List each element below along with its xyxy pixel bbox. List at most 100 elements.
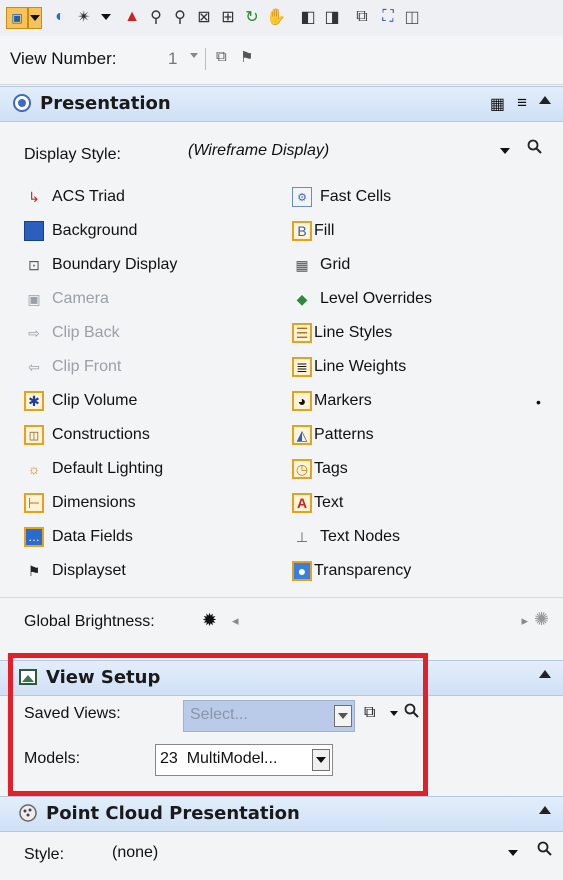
default-lighting-item[interactable]: ☼ Default Lighting xyxy=(24,455,164,483)
markers-icon: ◕ xyxy=(292,391,312,411)
style-value: (none) xyxy=(112,844,159,861)
grid-view-icon[interactable]: ▦ xyxy=(490,94,505,114)
level-overrides-item[interactable]: ◆ Level Overrides xyxy=(292,285,432,313)
chevron-down-icon[interactable] xyxy=(508,850,518,856)
view-number-dropdown-icon[interactable] xyxy=(190,53,198,58)
pin-icon[interactable]: ⚑ xyxy=(240,48,253,66)
item-label: Fill xyxy=(314,222,335,239)
light-icon[interactable]: ✴ xyxy=(74,7,94,27)
fit-view-icon[interactable]: ⊠ xyxy=(194,7,214,27)
displayset-item[interactable]: ⚑ Displayset xyxy=(24,557,126,585)
clip-front-icon: ⇦ xyxy=(28,358,40,375)
data-fields-item[interactable]: … Data Fields xyxy=(24,523,133,551)
fill-icon: B xyxy=(292,221,312,241)
style-dropdown[interactable]: (none) xyxy=(100,838,528,870)
acs-triad-item[interactable]: ↳ ACS Triad xyxy=(24,183,125,211)
camera-icon: ▣ xyxy=(27,290,41,307)
item-label: Patterns xyxy=(314,426,374,443)
grid-item[interactable]: ▦ Grid xyxy=(292,251,350,279)
copy-view-icon[interactable]: ⧉ xyxy=(352,7,372,27)
global-brightness-label: Global Brightness: xyxy=(24,613,155,630)
dimensions-icon: ⊢ xyxy=(24,493,44,513)
line-styles-icon: ☰ xyxy=(292,323,312,343)
tags-item[interactable]: ◷ Tags xyxy=(292,455,348,483)
constructions-item[interactable]: ◫ Constructions xyxy=(24,421,150,449)
clip-volume-icon: ✱ xyxy=(24,391,44,411)
background-item[interactable]: Background xyxy=(24,217,137,245)
zoom-out-icon[interactable]: ⚲ xyxy=(170,7,190,27)
presentation-icon xyxy=(13,94,31,112)
clip-front-item[interactable]: ⇦ Clip Front xyxy=(24,353,121,381)
window-area-icon[interactable]: ⊞ xyxy=(218,7,238,27)
slider-right-arrow-icon[interactable]: ▸ xyxy=(521,613,528,629)
fill-item[interactable]: B Fill xyxy=(292,217,334,245)
clip-back-item[interactable]: ⇨ Clip Back xyxy=(24,319,119,347)
item-label: Clip Volume xyxy=(52,392,138,409)
boundary-display-item[interactable]: ⊡ Boundary Display xyxy=(24,251,177,279)
search-icon[interactable] xyxy=(537,841,553,857)
more-icon[interactable]: ◫ xyxy=(402,7,422,27)
presentation-header[interactable]: Presentation ▦ ≡ xyxy=(0,86,563,122)
markers-item[interactable]: ◕ Markers xyxy=(292,387,372,415)
background-icon xyxy=(24,221,44,241)
chevron-down-icon[interactable] xyxy=(500,148,510,154)
brightness-light-icon: ✺ xyxy=(534,609,550,629)
constructions-icon: ◫ xyxy=(24,425,44,445)
more-options-icon[interactable]: • xyxy=(536,394,541,410)
dropdown-arrow-icon[interactable] xyxy=(28,7,42,29)
clip-volume-item[interactable]: ✱ Clip Volume xyxy=(24,387,137,415)
collapse-icon[interactable] xyxy=(539,806,551,814)
pan-icon[interactable]: ✋ xyxy=(266,7,286,27)
view-number-label: View Number: xyxy=(10,49,117,68)
dimensions-item[interactable]: ⊢ Dimensions xyxy=(24,489,136,517)
zoom-in-icon[interactable]: ⚲ xyxy=(146,7,166,27)
collapse-icon[interactable] xyxy=(539,96,551,104)
item-label: Dimensions xyxy=(52,494,136,511)
item-label: Background xyxy=(52,222,138,239)
view-number-value[interactable]: 1 xyxy=(168,49,177,69)
text-icon: A xyxy=(292,493,312,513)
main-toolbar: ▣ ◐ ✴ ▲ ⚲ ⚲ ⊠ ⊞ ↻ ✋ ◧ ◨ ⧉ ⛶ ◫ xyxy=(0,0,563,37)
transparency-item[interactable]: ● Transparency xyxy=(292,557,411,585)
view-previous-icon[interactable]: ◧ xyxy=(298,7,318,27)
item-label: Displayset xyxy=(52,562,126,579)
menu-arrow-icon[interactable] xyxy=(96,7,116,27)
view-attributes-icon[interactable]: ▣ xyxy=(6,7,28,29)
fast-cells-item[interactable]: ⚙ Fast Cells xyxy=(292,183,391,211)
patterns-item[interactable]: ◭ Patterns xyxy=(292,421,374,449)
text-nodes-item[interactable]: ⊥ Text Nodes xyxy=(292,523,400,551)
presentation-title: Presentation xyxy=(40,93,171,114)
data-fields-icon: … xyxy=(24,527,44,547)
text-nodes-icon: ⊥ xyxy=(295,528,309,545)
point-cloud-title: Point Cloud Presentation xyxy=(46,803,300,824)
brightness-dark-icon: ✹ xyxy=(202,610,218,630)
displayset-icon: ⚑ xyxy=(27,562,41,579)
rotate-icon[interactable]: ↻ xyxy=(242,7,262,27)
fast-cells-icon: ⚙ xyxy=(292,187,312,207)
line-weights-icon: ≣ xyxy=(292,357,312,377)
brightness-slider[interactable]: ◂ ▸ xyxy=(232,613,528,632)
text-item[interactable]: A Text xyxy=(292,489,343,517)
collapse-icon[interactable] xyxy=(539,670,551,678)
item-label: Line Weights xyxy=(314,358,407,375)
item-label: Markers xyxy=(314,392,372,409)
display-style-dropdown[interactable]: (Wireframe Display) xyxy=(160,136,520,168)
slider-left-arrow-icon[interactable]: ◂ xyxy=(232,613,239,629)
divider xyxy=(205,48,206,70)
item-label: Constructions xyxy=(52,426,150,443)
display-style-value: (Wireframe Display) xyxy=(188,142,330,159)
camera-icon[interactable]: ▲ xyxy=(122,7,142,27)
line-styles-item[interactable]: ☰ Line Styles xyxy=(292,319,392,347)
camera-item[interactable]: ▣ Camera xyxy=(24,285,109,313)
grid-icon: ▦ xyxy=(295,256,309,273)
search-icon[interactable] xyxy=(527,139,543,155)
analysis-icon[interactable]: ◐ xyxy=(50,7,70,27)
line-weights-item[interactable]: ≣ Line Weights xyxy=(292,353,406,381)
point-cloud-header[interactable]: Point Cloud Presentation xyxy=(0,796,563,832)
clip-icon[interactable]: ⛶ xyxy=(378,7,398,27)
view-next-icon[interactable]: ◨ xyxy=(322,7,342,27)
clip-back-icon: ⇨ xyxy=(28,324,40,341)
copy-view-settings-icon[interactable]: ⧉ xyxy=(216,48,227,65)
point-cloud-icon xyxy=(19,804,37,822)
list-view-icon[interactable]: ≡ xyxy=(517,93,527,113)
